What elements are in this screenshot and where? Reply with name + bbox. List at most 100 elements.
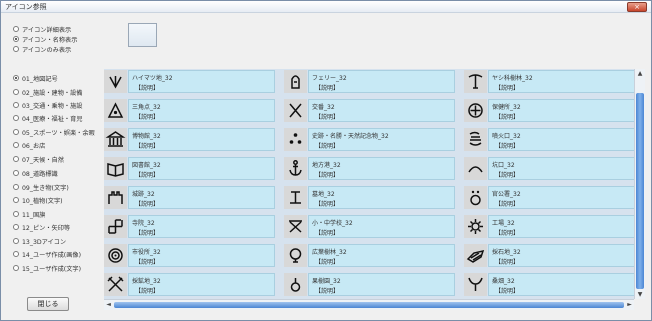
icon-cell[interactable]: 小・中学校_32 【説明】 bbox=[284, 214, 455, 239]
city-hall-icon[interactable] bbox=[104, 244, 127, 267]
icon-description: 【説明】 bbox=[495, 288, 520, 295]
library-icon[interactable] bbox=[104, 157, 127, 180]
quarry-icon[interactable] bbox=[464, 244, 487, 267]
icon-cell[interactable]: 三角点_32 【説明】 bbox=[104, 98, 275, 123]
radio-button-icon[interactable] bbox=[13, 89, 19, 95]
orchard-icon[interactable] bbox=[284, 273, 307, 296]
icon-cell[interactable]: 噴火口_32 【説明】 bbox=[464, 127, 634, 152]
icon-cell[interactable]: 博物館_32 【説明】 bbox=[104, 127, 275, 152]
icon-info-panel: 工場_32 【説明】 bbox=[488, 215, 634, 238]
category-option[interactable]: 07_天候・自然 bbox=[13, 154, 64, 164]
icon-description: 【説明】 bbox=[495, 143, 520, 150]
icon-description: 【説明】 bbox=[495, 114, 520, 121]
triangulation-point-icon[interactable] bbox=[104, 99, 127, 122]
radio-button-icon[interactable] bbox=[13, 26, 19, 32]
category-option[interactable]: 09_生き物(文字) bbox=[13, 182, 69, 192]
close-button[interactable]: 閉じる bbox=[27, 297, 69, 311]
vertical-scroll-thumb[interactable] bbox=[636, 93, 644, 289]
radio-button-icon[interactable] bbox=[13, 36, 19, 42]
factory-icon[interactable] bbox=[464, 215, 487, 238]
icon-cell[interactable]: 保健所_32 【説明】 bbox=[464, 98, 634, 123]
scroll-left-button[interactable]: ◄ bbox=[104, 300, 113, 310]
castle-ruins-icon[interactable] bbox=[104, 186, 127, 209]
icon-cell[interactable]: 果樹園_32 【説明】 bbox=[284, 272, 455, 297]
icon-cell[interactable]: 工場_32 【説明】 bbox=[464, 214, 634, 239]
broadleaf-forest-icon[interactable] bbox=[284, 244, 307, 267]
scroll-down-button[interactable]: ▼ bbox=[635, 290, 645, 299]
window-close-button[interactable]: × bbox=[627, 2, 647, 12]
crater-icon[interactable] bbox=[464, 128, 487, 151]
cemetery-icon[interactable] bbox=[284, 186, 307, 209]
icon-cell[interactable]: フェリー_32 【説明】 bbox=[284, 69, 455, 94]
haimatsu-icon[interactable] bbox=[104, 70, 127, 93]
horizontal-scrollbar[interactable]: ◄ ► bbox=[104, 299, 634, 310]
icon-cell[interactable]: 墓地_32 【説明】 bbox=[284, 185, 455, 210]
category-option[interactable]: 04_医療・福祉・育児 bbox=[13, 113, 82, 123]
radio-button-icon[interactable] bbox=[13, 238, 19, 244]
museum-icon[interactable] bbox=[104, 128, 127, 151]
school-icon[interactable] bbox=[284, 215, 307, 238]
local-port-icon[interactable] bbox=[284, 157, 307, 180]
police-box-icon[interactable] bbox=[284, 99, 307, 122]
government-office-icon[interactable] bbox=[464, 186, 487, 209]
scroll-up-button[interactable]: ▲ bbox=[635, 69, 645, 78]
icon-name: 城跡_32 bbox=[132, 191, 155, 198]
mulberry-field-icon[interactable] bbox=[464, 273, 487, 296]
icon-cell[interactable]: 採石地_32 【説明】 bbox=[464, 243, 634, 268]
icon-cell[interactable]: ハイマツ地_32 【説明】 bbox=[104, 69, 275, 94]
category-option[interactable]: 05_スポーツ・娯楽・余暇 bbox=[13, 127, 95, 137]
category-option[interactable]: 03_交通・乗物・施設 bbox=[13, 100, 82, 110]
category-option[interactable]: 01_地図記号 bbox=[13, 73, 58, 83]
scroll-right-button[interactable]: ► bbox=[625, 300, 634, 310]
icon-name: 工場_32 bbox=[492, 220, 515, 227]
icon-cell[interactable]: 史跡・名勝・天然記念物_32 【説明】 bbox=[284, 127, 455, 152]
display-mode-option[interactable]: アイコン詳細表示 bbox=[13, 24, 71, 34]
icon-cell[interactable]: 広葉樹林_32 【説明】 bbox=[284, 243, 455, 268]
icon-cell[interactable]: 城跡_32 【説明】 bbox=[104, 185, 275, 210]
radio-button-icon[interactable] bbox=[13, 197, 19, 203]
icon-cell[interactable]: 寺院_32 【説明】 bbox=[104, 214, 275, 239]
display-mode-option[interactable]: アイコンのみ表示 bbox=[13, 44, 71, 54]
radio-button-icon[interactable] bbox=[13, 156, 19, 162]
display-mode-option[interactable]: アイコン・名称表示 bbox=[13, 34, 77, 44]
category-option[interactable]: 14_ユーザ作成(画像) bbox=[13, 249, 81, 259]
category-option[interactable]: 02_施設・建物・設備 bbox=[13, 87, 82, 97]
icon-cell[interactable]: 地方港_32 【説明】 bbox=[284, 156, 455, 181]
category-option[interactable]: 13_3Dアイコン bbox=[13, 236, 66, 246]
temple-icon[interactable] bbox=[104, 215, 127, 238]
icon-cell[interactable]: 市役所_32 【説明】 bbox=[104, 243, 275, 268]
palm-forest-icon[interactable] bbox=[464, 70, 487, 93]
category-option[interactable]: 11_国旗 bbox=[13, 209, 45, 219]
radio-button-icon[interactable] bbox=[13, 211, 19, 217]
radio-button-icon[interactable] bbox=[13, 170, 19, 176]
radio-button-icon[interactable] bbox=[13, 75, 19, 81]
category-option[interactable]: 12_ピン・矢印等 bbox=[13, 222, 70, 232]
horizontal-scroll-thumb[interactable] bbox=[114, 302, 624, 308]
radio-button-icon[interactable] bbox=[13, 46, 19, 52]
icon-cell[interactable]: 桑畑_32 【説明】 bbox=[464, 272, 634, 297]
ferry-icon[interactable] bbox=[284, 70, 307, 93]
icon-cell[interactable]: 採鉱地_32 【説明】 bbox=[104, 272, 275, 297]
radio-button-icon[interactable] bbox=[13, 115, 19, 121]
historic-site-icon[interactable] bbox=[284, 128, 307, 151]
radio-button-icon[interactable] bbox=[13, 265, 19, 271]
icon-cell[interactable]: ヤシ科樹林_32 【説明】 bbox=[464, 69, 634, 94]
health-center-icon[interactable] bbox=[464, 99, 487, 122]
radio-button-icon[interactable] bbox=[13, 129, 19, 135]
icon-cell[interactable]: 図書館_32 【説明】 bbox=[104, 156, 275, 181]
icon-cell[interactable]: 官公署_32 【説明】 bbox=[464, 185, 634, 210]
category-option[interactable]: 06_お店 bbox=[13, 140, 45, 150]
icon-cell[interactable]: 交番_32 【説明】 bbox=[284, 98, 455, 123]
mining-site-icon[interactable] bbox=[104, 273, 127, 296]
radio-button-icon[interactable] bbox=[13, 184, 19, 190]
radio-button-icon[interactable] bbox=[13, 251, 19, 257]
category-option[interactable]: 08_道路標識 bbox=[13, 168, 58, 178]
category-option[interactable]: 15_ユーザ作成(文字) bbox=[13, 263, 81, 273]
vertical-scrollbar[interactable]: ▲ ▼ bbox=[634, 69, 645, 299]
radio-button-icon[interactable] bbox=[13, 224, 19, 230]
icon-cell[interactable]: 坑口_32 【説明】 bbox=[464, 156, 634, 181]
mine-entrance-icon[interactable] bbox=[464, 157, 487, 180]
radio-button-icon[interactable] bbox=[13, 142, 19, 148]
category-option[interactable]: 10_植物(文字) bbox=[13, 195, 63, 205]
radio-button-icon[interactable] bbox=[13, 102, 19, 108]
